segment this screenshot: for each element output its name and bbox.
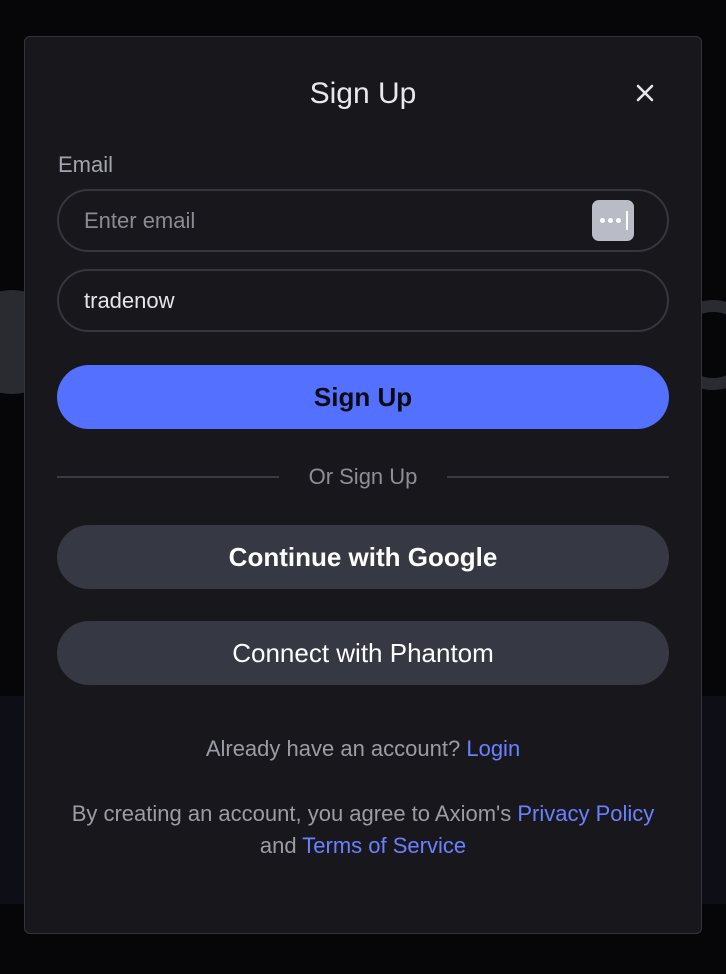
divider-text: Or Sign Up [308, 464, 418, 489]
modal-title: Sign Up [309, 77, 417, 110]
login-prompt: Already have an account? Login [0, 734, 726, 764]
close-button[interactable] [628, 76, 662, 110]
terms-of-service-link[interactable]: Terms of Service [302, 833, 466, 858]
login-link[interactable]: Login [466, 736, 520, 761]
legal-and-text: and [259, 833, 297, 858]
close-icon [636, 84, 654, 102]
password-manager-icon[interactable] [592, 200, 634, 241]
legal-notice: By creating an account, you agree to Axi… [60, 798, 666, 862]
sign-up-button[interactable]: Sign Up [57, 365, 669, 429]
email-field-container [57, 189, 669, 252]
continue-with-google-button[interactable]: Continue with Google [57, 525, 669, 589]
login-prompt-text: Already have an account? [205, 736, 461, 761]
second-field-container [57, 269, 669, 332]
referral-code-field[interactable] [84, 271, 584, 330]
privacy-policy-link[interactable]: Privacy Policy [517, 801, 654, 826]
legal-prefix-text: By creating an account, you agree to Axi… [71, 801, 512, 826]
email-field[interactable] [84, 191, 584, 250]
connect-with-phantom-button[interactable]: Connect with Phantom [57, 621, 669, 685]
email-label: Email [58, 152, 114, 177]
